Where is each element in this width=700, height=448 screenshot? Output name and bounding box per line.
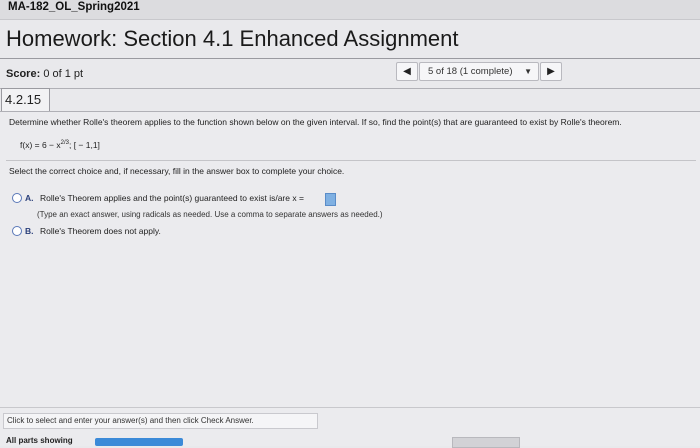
parts-showing-label: All parts showing: [6, 436, 73, 445]
chevron-down-icon: ▼: [524, 67, 532, 76]
option-b-letter: B.: [25, 226, 34, 236]
function-exponent: 2/3: [60, 140, 69, 147]
function-expression: f(x) = 6 − x2/3; [ − 1,1]: [20, 140, 100, 150]
footer-divider: [0, 407, 700, 408]
option-a-letter: A.: [25, 193, 34, 203]
parts-progress-bar: [95, 438, 183, 446]
option-b-radio[interactable]: [12, 226, 22, 236]
answer-input-box[interactable]: [325, 193, 336, 206]
question-select-dropdown[interactable]: 5 of 18 (1 complete) ▼: [419, 62, 539, 81]
option-a-radio[interactable]: [12, 193, 22, 203]
question-panel: [0, 112, 700, 446]
option-a-text: Rolle's Theorem applies and the point(s)…: [40, 193, 304, 203]
footer-message: Click to select and enter your answer(s)…: [3, 413, 318, 429]
question-select-label: 5 of 18 (1 complete): [428, 66, 513, 77]
score-value: 0 of 1 pt: [43, 68, 84, 80]
course-header-bar: MA-182_OL_Spring2021: [0, 0, 700, 20]
statement-divider: [6, 160, 696, 161]
title-divider: [0, 58, 700, 59]
question-header-top-rule: [0, 88, 700, 89]
question-statement: Determine whether Rolle's theorem applie…: [9, 117, 622, 127]
next-question-button[interactable]: ▶: [540, 62, 562, 81]
score-display: Score: 0 of 1 pt: [6, 68, 83, 80]
previous-question-button[interactable]: ◀: [396, 62, 418, 81]
homework-title: Homework: Section 4.1 Enhanced Assignmen…: [6, 26, 459, 51]
score-label: Score:: [6, 68, 41, 80]
function-prefix: f(x) = 6 − x: [20, 140, 61, 150]
left-arrow-icon: ◀: [403, 66, 411, 77]
function-interval: ; [ − 1,1]: [68, 140, 100, 150]
right-arrow-icon: ▶: [547, 66, 555, 77]
question-number: 4.2.15: [1, 88, 50, 112]
instruction-text: Select the correct choice and, if necess…: [9, 166, 345, 176]
footer-button-partial[interactable]: [452, 437, 520, 448]
option-a-help-text: (Type an exact answer, using radicals as…: [37, 210, 383, 219]
course-title: MA-182_OL_Spring2021: [8, 1, 140, 13]
option-b-text: Rolle's Theorem does not apply.: [40, 226, 161, 236]
